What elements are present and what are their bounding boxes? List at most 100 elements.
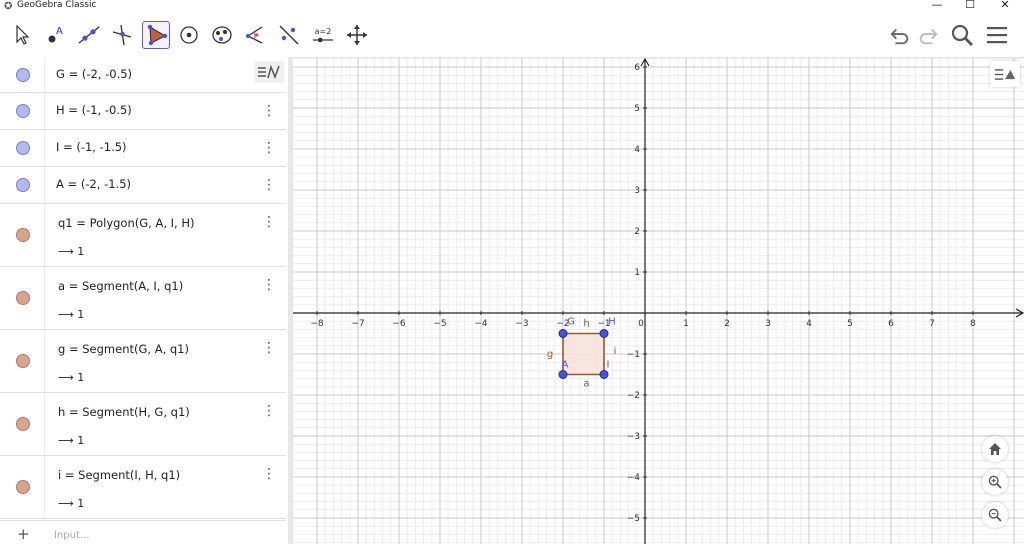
- algebra-row[interactable]: a = Segment(A, I, q1) ⟶ 1 ⋮: [0, 267, 286, 330]
- segment-label: a: [583, 379, 589, 390]
- visibility-toggle-marble[interactable]: [16, 354, 30, 368]
- row-more-options-icon[interactable]: ⋮: [262, 402, 276, 420]
- algebra-input-placeholder[interactable]: Input...: [54, 530, 89, 541]
- algebra-row[interactable]: G = (-2, -0.5): [0, 57, 286, 93]
- graphics-style-bar-button[interactable]: [990, 61, 1020, 87]
- y-tick-label: 2: [634, 227, 640, 237]
- algebra-input-bar[interactable]: + Input...: [0, 520, 286, 545]
- visibility-toggle-marble[interactable]: [16, 67, 30, 82]
- algebra-row[interactable]: g = Segment(G, A, q1) ⟶ 1 ⋮: [0, 330, 286, 393]
- row-more-options-icon[interactable]: ⋮: [262, 339, 276, 357]
- x-tick-label: 0: [638, 319, 644, 329]
- visibility-toggle-marble[interactable]: [16, 104, 30, 118]
- algebra-definition[interactable]: I = (-1, -1.5): [56, 140, 127, 154]
- algebra-definition[interactable]: i = Segment(I, H, q1): [58, 468, 180, 482]
- ellipse-tool-button[interactable]: [208, 21, 236, 49]
- row-more-options-icon[interactable]: ⋮: [262, 276, 276, 294]
- visibility-toggle-marble[interactable]: [16, 480, 30, 494]
- minimize-button[interactable]: —: [922, 0, 952, 12]
- algebra-row[interactable]: I = (-1, -1.5) ⋮: [0, 130, 286, 167]
- main-menu-button[interactable]: [984, 22, 1010, 48]
- title-bar: ✪ GeoGebra Classic — ☐ ✕: [0, 0, 1024, 13]
- slider-tool-button[interactable]: a=2: [309, 21, 337, 49]
- point-tool-button[interactable]: A: [42, 21, 70, 49]
- algebra-row[interactable]: h = Segment(H, G, q1) ⟶ 1 ⋮: [0, 393, 286, 456]
- algebra-definition[interactable]: q1 = Polygon(G, A, I, H): [58, 216, 194, 230]
- redo-button[interactable]: [915, 22, 941, 48]
- x-tick-label: −3: [515, 319, 528, 329]
- x-tick-label: 5: [847, 319, 853, 329]
- move-graphics-view-tool-button[interactable]: [343, 21, 371, 49]
- algebra-row[interactable]: q1 = Polygon(G, A, I, H) ⟶ 1 ⋮: [0, 204, 286, 267]
- zoom-in-icon: [988, 475, 1002, 489]
- toolbar: A a=2: [0, 13, 1024, 58]
- zoom-in-button[interactable]: [982, 469, 1008, 495]
- angle-tool-icon: [246, 26, 263, 44]
- x-tick-label: 8: [970, 319, 976, 329]
- graphics-view[interactable]: −8 −7 −6 −5 −4 −3 −2 −1 0 1 2 3 4 5 6 7 8 6 5 4 3 2 1 −1 −2 −3 −4−…: [293, 58, 1024, 544]
- search-button[interactable]: [949, 22, 975, 48]
- close-button[interactable]: ✕: [990, 0, 1020, 12]
- move-tool-button[interactable]: [8, 21, 36, 49]
- y-tick-label: −5: [627, 514, 640, 524]
- visibility-toggle-marble[interactable]: [16, 141, 30, 155]
- polygon-tool-icon: [147, 24, 168, 46]
- zoom-out-button[interactable]: [982, 502, 1008, 528]
- maximize-button[interactable]: ☐: [955, 0, 985, 12]
- row-more-options-icon[interactable]: ⋮: [262, 465, 276, 483]
- x-tick-label: −7: [351, 319, 364, 329]
- perpendicular-line-tool-button[interactable]: [108, 21, 136, 49]
- algebra-sort-button[interactable]: [254, 61, 284, 83]
- visibility-toggle-marble[interactable]: [16, 417, 30, 431]
- graphics-canvas[interactable]: −8 −7 −6 −5 −4 −3 −2 −1 0 1 2 3 4 5 6 7 8654321−1−2−3−4−…: [293, 58, 1024, 544]
- row-more-options-icon[interactable]: ⋮: [262, 139, 276, 157]
- point-I[interactable]: [599, 370, 609, 379]
- visibility-toggle-marble[interactable]: [16, 178, 30, 192]
- visibility-toggle-marble[interactable]: [16, 291, 30, 305]
- algebra-definition[interactable]: G = (-2, -0.5): [56, 67, 132, 81]
- algebra-definition[interactable]: g = Segment(G, A, q1): [58, 342, 189, 356]
- row-more-options-icon[interactable]: ⋮: [262, 176, 276, 194]
- point-H[interactable]: [599, 329, 609, 338]
- algebra-value: ⟶ 1: [58, 434, 85, 447]
- algebra-definition[interactable]: H = (-1, -0.5): [56, 103, 132, 117]
- undo-button[interactable]: [887, 22, 913, 48]
- algebra-row[interactable]: H = (-1, -0.5) ⋮: [0, 93, 286, 130]
- line-tool-button[interactable]: [75, 21, 103, 49]
- row-more-options-icon[interactable]: ⋮: [262, 102, 276, 120]
- ellipse-tool-icon: [212, 26, 232, 44]
- move-tool-icon: [16, 24, 30, 45]
- point-label: G: [567, 317, 575, 328]
- algebra-view: i = Segment(I, H, q1) ⟶ 1 ⋮ h = Segment(H, …: [0, 57, 293, 544]
- x-tick-label: −8: [310, 319, 324, 329]
- slider-tool-icon: [312, 37, 334, 42]
- add-input-icon[interactable]: +: [17, 525, 30, 543]
- circle-tool-button[interactable]: [175, 21, 203, 49]
- y-tick-label: 6: [634, 63, 640, 73]
- reflect-tool-icon: [279, 25, 299, 45]
- algebra-row[interactable]: i = Segment(I, H, q1) ⟶ 1 ⋮: [0, 456, 286, 519]
- algebra-definition[interactable]: h = Segment(H, G, q1): [58, 405, 190, 419]
- point-A[interactable]: [558, 370, 568, 379]
- search-icon: [951, 24, 973, 46]
- x-tick-label: −5: [433, 319, 446, 329]
- segment-label: h: [583, 319, 589, 330]
- algebra-definition[interactable]: A = (-2, -1.5): [56, 177, 131, 191]
- algebra-value: ⟶ 1: [58, 245, 85, 258]
- visibility-toggle-marble[interactable]: [16, 228, 30, 242]
- row-more-options-icon[interactable]: ⋮: [262, 213, 276, 231]
- home-view-button[interactable]: [982, 436, 1008, 462]
- point-G[interactable]: [558, 329, 568, 338]
- point-tool-icon: A: [48, 26, 63, 43]
- perpendicular-line-tool-icon: [112, 24, 132, 46]
- algebra-row[interactable]: A = (-2, -1.5) ⋮: [0, 167, 286, 204]
- undo-icon: [890, 28, 909, 45]
- y-tick-label: −2: [627, 391, 640, 401]
- polygon-tool-button[interactable]: [142, 21, 170, 49]
- line-tool-icon: [78, 26, 100, 44]
- x-tick-label: 1: [683, 319, 689, 329]
- reflect-tool-button[interactable]: [275, 21, 303, 49]
- algebra-definition[interactable]: a = Segment(A, I, q1): [58, 279, 183, 293]
- angle-tool-button[interactable]: [242, 21, 270, 49]
- x-tick-label: 7: [929, 319, 935, 329]
